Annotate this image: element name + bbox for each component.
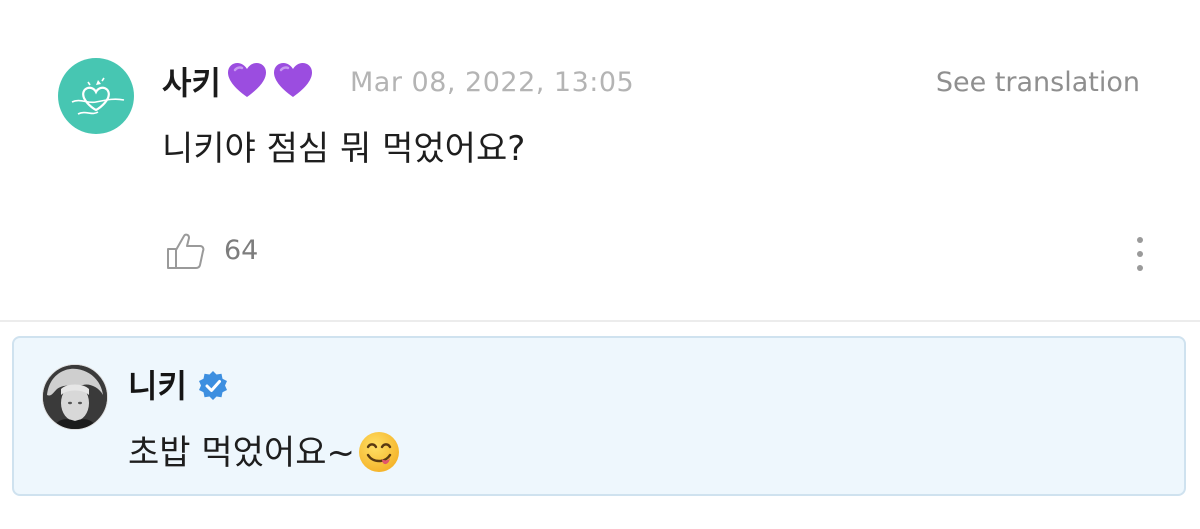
avatar[interactable] — [58, 58, 134, 134]
reply-author[interactable]: 니키 — [128, 366, 229, 406]
reply-text: 초밥 먹었어요~ — [128, 430, 401, 476]
like-count: 64 — [224, 235, 259, 266]
logo-doodle-icon — [71, 77, 125, 115]
purple-heart-icon — [227, 63, 266, 97]
comment-text: 니키야 점심 뭐 먹었어요? — [162, 129, 526, 169]
reply-text-content: 초밥 먹었어요~ — [128, 433, 355, 473]
like-button[interactable]: 64 — [166, 230, 258, 272]
more-options-button[interactable] — [1128, 234, 1152, 274]
purple-heart-icon — [273, 63, 312, 97]
face-savoring-food-icon — [358, 432, 399, 472]
footer-space — [0, 510, 1200, 529]
comment-author[interactable]: 사키 — [162, 62, 313, 103]
see-translation-button[interactable]: See translation — [936, 66, 1140, 100]
comment-timestamp: Mar 08, 2022, 13:05 — [350, 67, 635, 98]
author-name: 사키 — [162, 64, 221, 102]
divider — [0, 320, 1200, 322]
fan-comment: 사키 Mar 08, 2022, 13:05 See translation 니… — [0, 0, 1200, 320]
artist-reply: 니키 초밥 먹었어요~ — [12, 336, 1186, 496]
more-vertical-icon — [1137, 237, 1143, 271]
avatar[interactable] — [42, 364, 108, 430]
verified-badge-icon — [198, 371, 227, 400]
thumbs-up-icon — [167, 233, 205, 269]
artist-photo — [43, 365, 107, 429]
artist-name: 니키 — [128, 367, 187, 405]
